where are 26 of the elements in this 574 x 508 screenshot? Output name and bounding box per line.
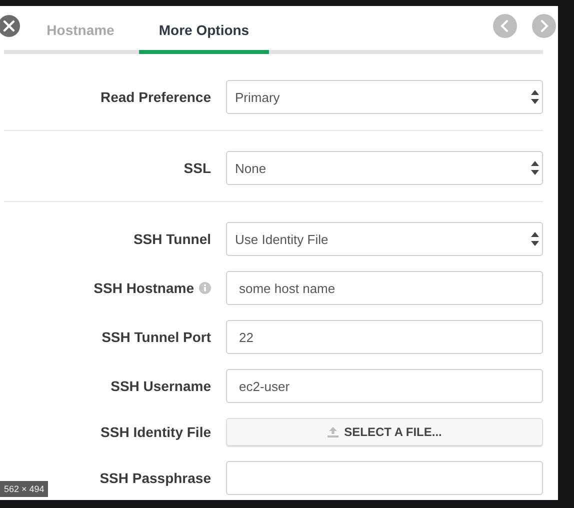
- info-icon[interactable]: [199, 282, 211, 294]
- field-label: Read Preference: [100, 89, 211, 105]
- sort-arrows-icon: [531, 90, 539, 104]
- tab[interactable]: More Options: [139, 10, 269, 54]
- size-badge: 562 × 494: [0, 481, 48, 497]
- field-label: SSH Hostname: [94, 280, 194, 296]
- field-label: SSH Tunnel Port: [102, 329, 211, 345]
- field-label: SSH Passphrase: [100, 470, 211, 486]
- upload-icon: [327, 426, 340, 438]
- field-label: SSH Identity File: [100, 424, 211, 440]
- input-field[interactable]: ec2-user: [226, 369, 543, 403]
- field-label: SSH Tunnel: [133, 231, 211, 247]
- chevron-right-icon[interactable]: [532, 14, 556, 38]
- chevron-left-icon[interactable]: [493, 14, 517, 38]
- select-field[interactable]: Primary: [226, 80, 543, 114]
- sort-arrows-icon: [531, 232, 539, 246]
- select-field[interactable]: None: [226, 151, 543, 185]
- field-label: SSL: [184, 160, 211, 176]
- input-field[interactable]: 22: [226, 320, 543, 354]
- input-field[interactable]: some host name: [226, 271, 543, 305]
- input-field[interactable]: [226, 461, 543, 495]
- field-label: SSH Username: [110, 378, 211, 394]
- close-icon[interactable]: [0, 15, 20, 37]
- sort-arrows-icon: [531, 161, 539, 175]
- select-file-button[interactable]: SELECT A FILE...: [226, 418, 543, 446]
- select-field[interactable]: Use Identity File: [226, 222, 543, 256]
